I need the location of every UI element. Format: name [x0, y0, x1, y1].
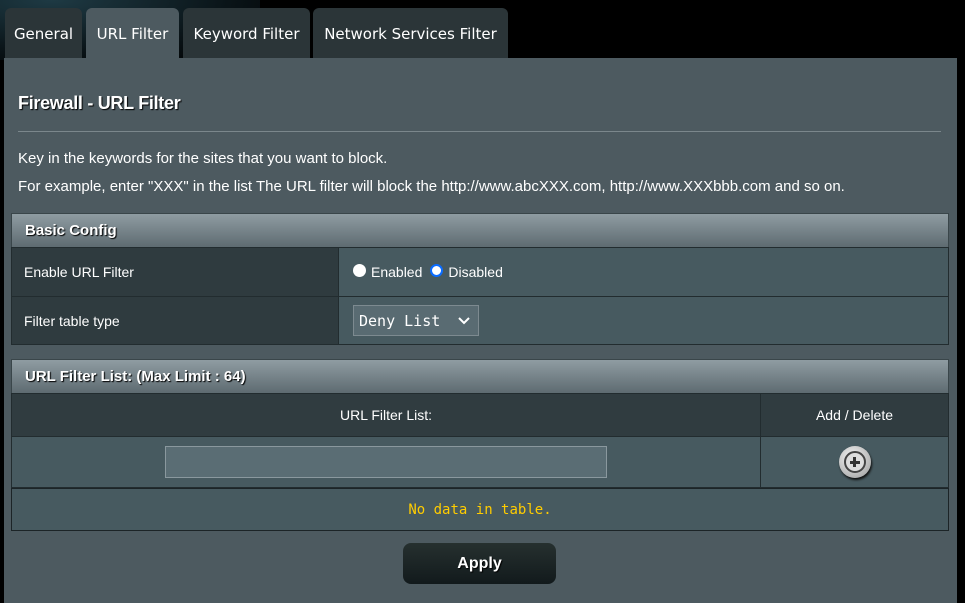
- divider: [18, 131, 941, 132]
- filter-table-type-label: Filter table type: [12, 297, 339, 344]
- enabled-radio-label[interactable]: Enabled: [371, 264, 422, 280]
- url-filter-list-header: URL Filter List: (Max Limit : 64): [11, 359, 949, 394]
- description-line-1: Key in the keywords for the sites that y…: [18, 150, 388, 167]
- disabled-radio-label[interactable]: Disabled: [448, 264, 502, 280]
- tab-keyword-filter[interactable]: Keyword Filter: [183, 8, 310, 59]
- enable-url-filter-row: Enable URL Filter Enabled Disabled: [11, 247, 949, 297]
- tab-general[interactable]: General: [5, 8, 82, 59]
- url-input-row: [11, 436, 949, 488]
- empty-table-message: No data in table.: [11, 488, 949, 531]
- url-filter-input[interactable]: [165, 446, 607, 478]
- disabled-radio[interactable]: [430, 263, 444, 277]
- column-url-filter-list: URL Filter List:: [12, 394, 761, 436]
- apply-button[interactable]: Apply: [403, 543, 556, 584]
- chevron-down-icon: [458, 316, 470, 324]
- url-list-column-headers: URL Filter List: Add / Delete: [11, 393, 949, 437]
- filter-table-type-value: Deny List: [359, 311, 441, 330]
- tab-url-filter[interactable]: URL Filter: [86, 8, 179, 60]
- add-icon[interactable]: [838, 446, 871, 478]
- tab-network-services-filter[interactable]: Network Services Filter: [313, 8, 508, 59]
- basic-config-header: Basic Config: [11, 213, 949, 248]
- filter-table-type-row: Filter table type Deny List: [11, 296, 949, 345]
- enable-url-filter-label: Enable URL Filter: [12, 248, 339, 296]
- description-line-2: For example, enter "XXX" in the list The…: [18, 178, 845, 195]
- column-add-delete: Add / Delete: [815, 407, 894, 423]
- filter-table-type-select[interactable]: Deny List: [353, 305, 479, 336]
- page-title: Firewall - URL Filter: [18, 93, 181, 113]
- enabled-radio[interactable]: [353, 263, 366, 277]
